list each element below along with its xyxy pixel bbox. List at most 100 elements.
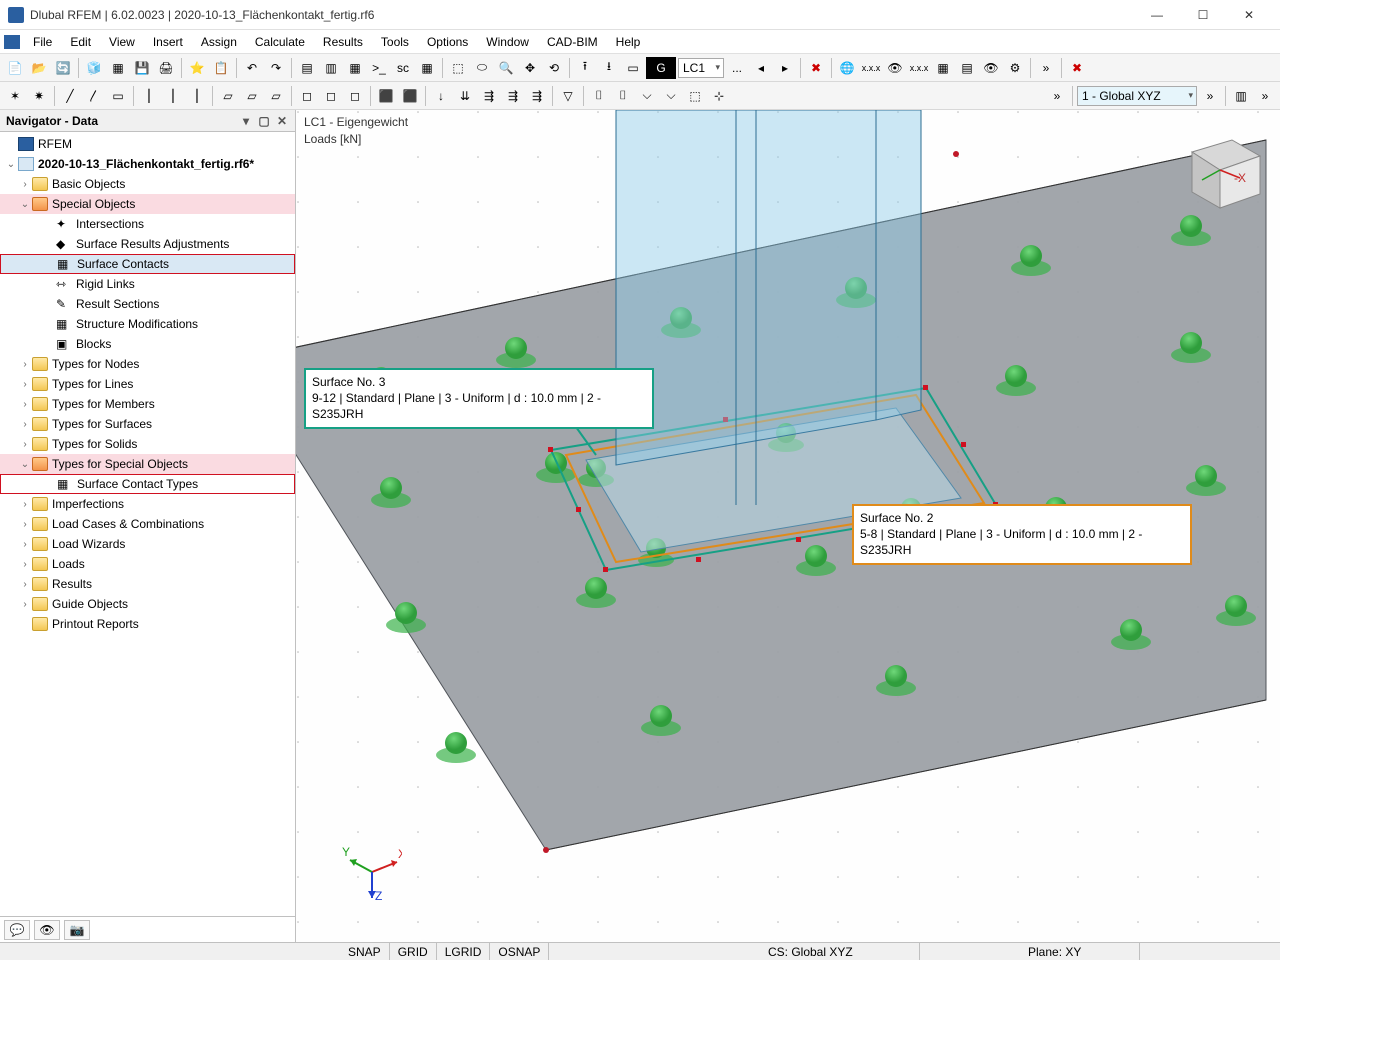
grid-icon[interactable]: ▦ (932, 57, 954, 79)
globe-icon[interactable]: 🌐 (836, 57, 858, 79)
menu-cad-bim[interactable]: CAD-BIM (538, 32, 607, 52)
load2-icon[interactable]: ⇊ (454, 85, 476, 107)
zoom-icon[interactable]: 🔍 (495, 57, 517, 79)
delete-icon[interactable]: ✖ (1066, 57, 1088, 79)
menu-edit[interactable]: Edit (61, 32, 100, 52)
load3-icon[interactable]: ⇶ (478, 85, 500, 107)
nav-camera-icon[interactable]: 📷 (64, 920, 90, 940)
overflow2-icon[interactable]: » (1046, 85, 1068, 107)
line-icon[interactable]: ╱ (59, 85, 81, 107)
flag-red-icon[interactable]: ✖ (805, 57, 827, 79)
align-bottom-icon[interactable]: ⭳ (598, 57, 620, 79)
lasso-icon[interactable]: ⬭ (471, 57, 493, 79)
tree-special-objects[interactable]: ⌄Special Objects (0, 194, 295, 214)
script-icon[interactable]: sc (392, 57, 414, 79)
lc-next-icon[interactable]: ▸ (774, 57, 796, 79)
tree-sra[interactable]: ◆Surface Results Adjustments (0, 234, 295, 254)
dim-xxx2-icon[interactable]: x.x.x (908, 57, 930, 79)
tree-rigid-links[interactable]: ⇿Rigid Links (0, 274, 295, 294)
vis-eye-icon[interactable]: 👁 (980, 57, 1002, 79)
align-top-icon[interactable]: ⭱ (574, 57, 596, 79)
surface3-icon[interactable]: ▱ (265, 85, 287, 107)
minimize-button[interactable]: — (1134, 1, 1180, 29)
select-icon[interactable]: ⬚ (447, 57, 469, 79)
eye-icon[interactable]: 👁 (884, 57, 906, 79)
cube-icon[interactable]: ⬚ (684, 85, 706, 107)
tree-loads[interactable]: ›Loads (0, 554, 295, 574)
nav-close-icon[interactable]: ✕ (275, 114, 289, 128)
nav-pin-icon[interactable]: ▢ (257, 114, 271, 128)
solid2-icon[interactable]: ⬛ (399, 85, 421, 107)
menu-window[interactable]: Window (477, 32, 538, 52)
table-icon[interactable]: ▦ (416, 57, 438, 79)
cube-navigator[interactable]: -X (1172, 122, 1268, 218)
section3-icon[interactable]: ⌵ (636, 85, 658, 107)
tree-result-sections[interactable]: ✎Result Sections (0, 294, 295, 314)
rect-icon[interactable]: ▭ (107, 85, 129, 107)
lc-dots-button[interactable]: ... (726, 57, 748, 79)
tree-guide-objects[interactable]: ›Guide Objects (0, 594, 295, 614)
nav-comment-icon[interactable]: 💬 (4, 920, 30, 940)
section2-icon[interactable]: ⌷ (612, 85, 634, 107)
section1-icon[interactable]: ⌷ (588, 85, 610, 107)
status-osnap[interactable]: OSNAP (490, 943, 549, 960)
tree-types-solids[interactable]: ›Types for Solids (0, 434, 295, 454)
surface-icon[interactable]: ▱ (217, 85, 239, 107)
cs-combo[interactable]: 1 - Global XYZ (1077, 86, 1197, 106)
status-snap[interactable]: SNAP (340, 943, 390, 960)
tree-intersections[interactable]: ✦Intersections (0, 214, 295, 234)
tree-types-members[interactable]: ›Types for Members (0, 394, 295, 414)
save-icon[interactable]: 💾 (131, 57, 153, 79)
tree-struct-mod[interactable]: ▦Structure Modifications (0, 314, 295, 334)
load-icon[interactable]: ↓ (430, 85, 452, 107)
new-icon[interactable]: 📄 (4, 57, 26, 79)
surface2-icon[interactable]: ▱ (241, 85, 263, 107)
member3-icon[interactable]: ⎮ (186, 85, 208, 107)
pan-icon[interactable]: ✥ (519, 57, 541, 79)
tree-load-wizards[interactable]: ›Load Wizards (0, 534, 295, 554)
dim-xxx-icon[interactable]: x.x.x (860, 57, 882, 79)
model-icon[interactable]: 🧊 (83, 57, 105, 79)
lc-badge[interactable]: G (646, 57, 676, 79)
tree-lcc[interactable]: ›Load Cases & Combinations (0, 514, 295, 534)
maximize-button[interactable]: ☐ (1180, 1, 1226, 29)
render-icon[interactable]: ▤ (956, 57, 978, 79)
menu-insert[interactable]: Insert (144, 32, 192, 52)
menu-tools[interactable]: Tools (372, 32, 418, 52)
overflow-icon[interactable]: » (1035, 57, 1057, 79)
filter-icon[interactable]: ▽ (557, 85, 579, 107)
view1-icon[interactable]: ▤ (296, 57, 318, 79)
tree-surface-contact-types[interactable]: ▦Surface Contact Types (0, 474, 295, 494)
tree-surface-contacts[interactable]: ▦Surface Contacts (0, 254, 295, 274)
tree-types-surfaces[interactable]: ›Types for Surfaces (0, 414, 295, 434)
section4-icon[interactable]: ⌵ (660, 85, 682, 107)
block-icon[interactable]: ▦ (107, 57, 129, 79)
menu-options[interactable]: Options (418, 32, 477, 52)
tree-basic-objects[interactable]: ›Basic Objects (0, 174, 295, 194)
favorites-icon[interactable]: ⭐ (186, 57, 208, 79)
layer-icon[interactable]: ▥ (1230, 85, 1252, 107)
lc-combo[interactable]: LC1 (678, 58, 724, 78)
nodes2-icon[interactable]: ✷ (28, 85, 50, 107)
axis-gizmo[interactable]: X Y Z (342, 842, 402, 902)
node-icon[interactable]: ✶ (4, 85, 26, 107)
tree-printout[interactable]: Printout Reports (0, 614, 295, 634)
menu-calculate[interactable]: Calculate (246, 32, 314, 52)
viewport-3d[interactable]: LC1 - Eigengewicht Loads [kN] (296, 110, 1280, 942)
navigator-tree[interactable]: RFEM ⌄2020-10-13_Flächenkontakt_fertig.r… (0, 132, 295, 916)
view3-icon[interactable]: ▦ (344, 57, 366, 79)
undo-icon[interactable]: ↶ (241, 57, 263, 79)
status-grid[interactable]: GRID (390, 943, 437, 960)
tree-results[interactable]: ›Results (0, 574, 295, 594)
close-button[interactable]: ✕ (1226, 1, 1272, 29)
tree-blocks[interactable]: ▣Blocks (0, 334, 295, 354)
plane-icon[interactable]: ▭ (622, 57, 644, 79)
menu-view[interactable]: View (100, 32, 144, 52)
tree-types-special[interactable]: ⌄Types for Special Objects (0, 454, 295, 474)
overflow3-icon[interactable]: » (1199, 85, 1221, 107)
redo-icon[interactable]: ↷ (265, 57, 287, 79)
report-icon[interactable]: 📋 (210, 57, 232, 79)
vis-settings-icon[interactable]: ⚙ (1004, 57, 1026, 79)
solid-icon[interactable]: ⬛ (375, 85, 397, 107)
opening2-icon[interactable]: ◻ (320, 85, 342, 107)
